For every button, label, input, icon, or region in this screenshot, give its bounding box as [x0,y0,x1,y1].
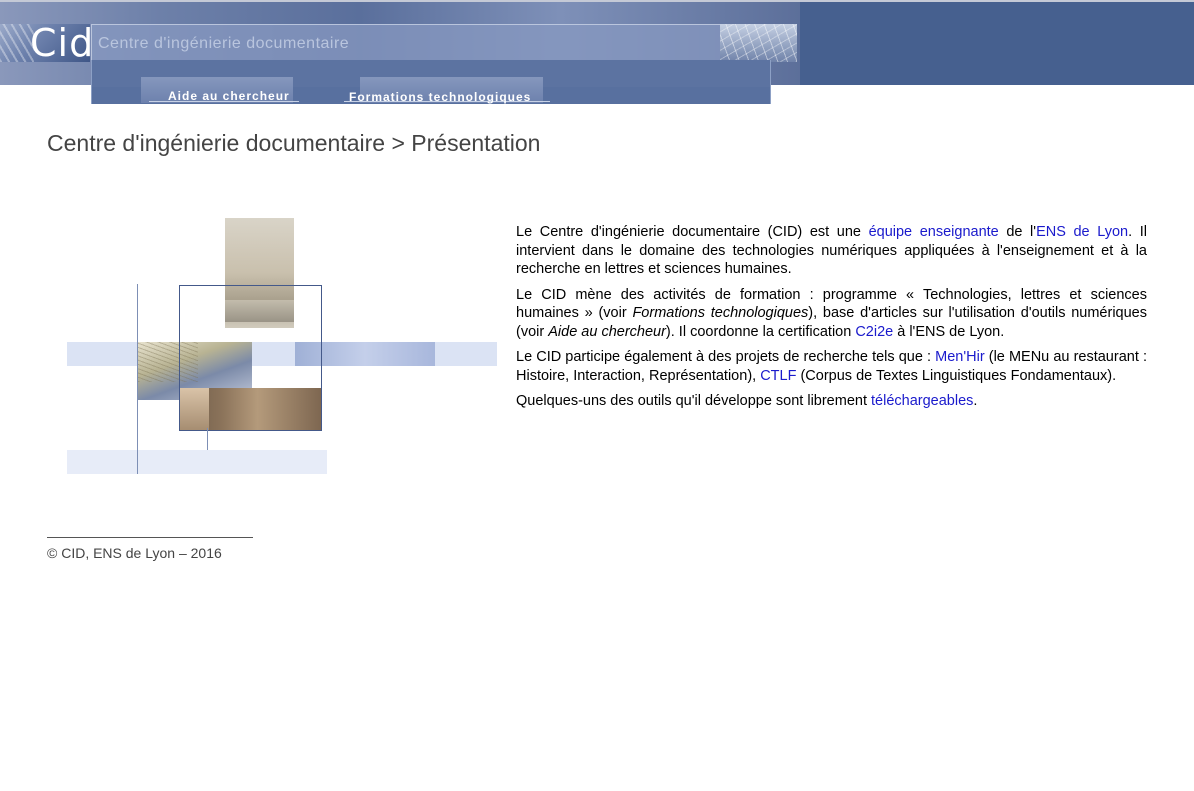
text: à l'ENS de Lyon. [893,323,1005,340]
paragraph-formation: Le CID mène des activités de formation :… [516,286,1147,342]
paragraph-intro: Le Centre d'ingénierie documentaire (CID… [516,223,1147,279]
text: Quelques-uns des outils qu'il développe … [516,393,872,409]
footer-divider [47,537,253,538]
decorative-collage-image [67,218,497,474]
cid-logo[interactable]: Cid [0,23,93,63]
emphasis-formations-technologiques: Formations technologiques [632,305,809,321]
page-title: Centre d'ingénierie documentaire > Prése… [47,130,541,156]
text: de l' [998,224,1037,240]
logo-text: Cid [30,21,95,65]
collage-frame [179,285,322,431]
text: ). Il coordonne la certification [665,323,856,340]
text: Le CID participe également à des projets… [516,349,936,365]
nav-link-formations-technologiques[interactable]: Formations technologiques [349,90,531,104]
site-title: Centre d'ingénierie documentaire [98,35,350,52]
collage-vertical-line-short [207,428,208,450]
link-menhir[interactable]: Men'Hir [935,349,985,365]
main-navigation: Aide au chercheur Formations technologiq… [91,60,771,104]
link-telechargeables[interactable]: téléchargeables [871,393,973,409]
link-ctlf[interactable]: CTLF [760,368,796,384]
emphasis-aide-au-chercheur: Aide au chercheur [548,323,666,340]
footer-copyright: © CID, ENS de Lyon – 2016 [47,545,222,561]
nav-link-aide-au-chercheur[interactable]: Aide au chercheur [168,89,290,103]
text: Le Centre d'ingénierie documentaire (CID… [516,224,869,240]
paragraph-recherche: Le CID participe également à des projets… [516,348,1147,385]
text: (Corpus de Textes Linguistiques Fondamen… [796,367,1117,384]
presentation-text: Le Centre d'ingénierie documentaire (CID… [516,223,1147,418]
logo-hatch-pattern [0,24,34,62]
link-ens-de-lyon[interactable]: ENS de Lyon [1036,224,1128,240]
link-c2i2e[interactable]: C2i2e [855,324,893,340]
link-equipe-enseignante[interactable]: équipe enseignante [869,224,999,240]
glass-roof-image [720,24,797,62]
site-title-strip: Centre d'ingénierie documentaire [91,24,722,62]
collage-band-bottom [67,450,327,474]
collage-vertical-line [137,284,138,474]
paragraph-outils: Quelques-uns des outils qu'il développe … [516,392,1147,411]
text: . [973,393,978,409]
